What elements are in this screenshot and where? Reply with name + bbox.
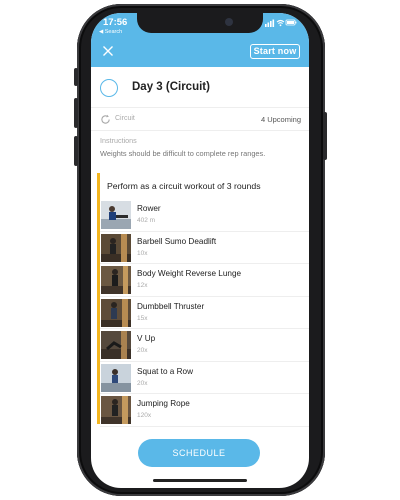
- exercise-row-squat-to-a-row[interactable]: Squat to a Row 20x: [100, 362, 309, 394]
- wifi-icon: [276, 19, 285, 25]
- exercise-row-body-weight-reverse-lunge[interactable]: Body Weight Reverse Lunge 12x: [100, 264, 309, 297]
- exercise-detail: 15x: [137, 314, 148, 322]
- exercise-thumbnail: [101, 201, 131, 229]
- circuit-header: Perform as a circuit workout of 3 rounds: [107, 181, 261, 191]
- circuit-refresh-icon: [101, 114, 110, 124]
- wifi-dot: [279, 24, 282, 27]
- close-icon[interactable]: [102, 45, 114, 57]
- signal-icon: [265, 19, 275, 27]
- exercise-row-jumping-rope[interactable]: Jumping Rope 120x: [100, 394, 309, 427]
- exercise-detail: 120x: [137, 412, 152, 419]
- volume-up-button: [74, 98, 78, 128]
- circuit-label: Circuit: [115, 115, 135, 122]
- exercise-thumbnail: [101, 298, 131, 327]
- front-camera: [225, 18, 233, 26]
- exercise-name: Jumping Rope: [137, 399, 190, 408]
- exercise-thumbnail: [101, 331, 131, 359]
- circuit-summary-row: Circuit 4 Upcoming: [91, 108, 309, 131]
- exercise-name: Barbell Sumo Deadlift: [137, 236, 217, 246]
- exercise-thumbnail: [101, 363, 131, 392]
- exercise-thumbnail: [101, 233, 131, 262]
- exercise-row-v-up[interactable]: V Up 20x: [100, 329, 309, 362]
- exercise-detail: 12x: [137, 282, 148, 289]
- exercise-thumbnail: [101, 396, 131, 424]
- status-icons: [265, 19, 297, 27]
- exercise-name: V Up: [137, 334, 156, 343]
- exercise-detail: 10x: [137, 249, 148, 257]
- phone-screen: 17:56 ◀ Search Start now Day 3 (Circuit): [91, 13, 309, 488]
- exercise-detail: 20x: [137, 347, 148, 354]
- phone-notch: [137, 13, 263, 33]
- volume-down-button: [74, 136, 78, 166]
- home-indicator[interactable]: [153, 479, 247, 482]
- complete-checkbox[interactable]: [100, 79, 118, 97]
- mute-switch: [74, 68, 78, 86]
- instructions-text: Weights should be difficult to complete …: [100, 149, 266, 158]
- exercise-name: Dumbbell Thruster: [137, 301, 205, 311]
- upcoming-count: 4 Upcoming: [260, 115, 301, 124]
- instructions-label: Instructions: [100, 136, 137, 145]
- exercise-name: Body Weight Reverse Lunge: [137, 269, 242, 278]
- status-back-link[interactable]: ◀ Search: [99, 29, 122, 35]
- workout-title: Day 3 (Circuit): [132, 81, 210, 93]
- schedule-button[interactable]: SCHEDULE: [138, 439, 260, 467]
- exercise-name: Squat to a Row: [137, 366, 193, 376]
- exercise-detail: 402 m: [137, 217, 156, 224]
- power-button: [323, 112, 327, 160]
- exercise-list: Rower 402 m Barbell Sumo Deadlift 10x Bo…: [100, 199, 309, 427]
- status-time: 17:56: [103, 17, 128, 28]
- exercise-name: Rower: [137, 204, 161, 213]
- exercise-row-dumbbell-thruster[interactable]: Dumbbell Thruster 15x: [100, 297, 309, 329]
- exercise-row-rower[interactable]: Rower 402 m: [100, 199, 309, 232]
- battery-icon: [285, 19, 297, 26]
- start-now-button[interactable]: Start now: [250, 44, 300, 59]
- exercise-row-barbell-sumo-deadlift[interactable]: Barbell Sumo Deadlift 10x: [100, 232, 309, 264]
- exercise-detail: 20x: [137, 379, 148, 387]
- workout-title-row: Day 3 (Circuit): [91, 71, 309, 108]
- exercise-thumbnail: [101, 266, 131, 294]
